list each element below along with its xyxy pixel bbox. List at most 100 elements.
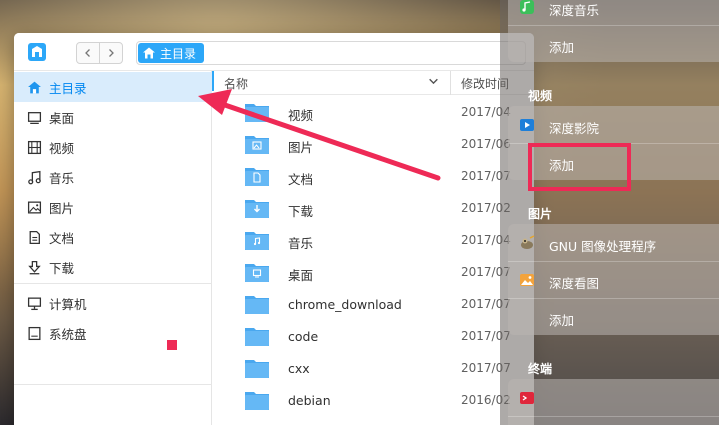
sidebar-divider [14,283,212,284]
deepin-music-icon [520,0,534,14]
sidebar-item-music[interactable]: 音乐 [14,162,212,192]
add-label: 添加 [549,40,575,55]
app-terminal[interactable] [508,380,719,416]
table-row[interactable]: code 2017/07 [212,321,534,353]
breadcrumb-home[interactable]: 主目录 [138,43,205,63]
table-row[interactable]: chrome_download 2017/07 [212,289,534,321]
sidebar-item-computer[interactable]: 计算机 [14,288,212,318]
folder-icon [245,136,269,154]
sidebar-divider [14,384,212,385]
app-label: 深度看图 [549,276,600,291]
add-music-app-button[interactable]: 添加 [508,26,719,62]
file-name: chrome_download [288,297,402,312]
computer-icon [27,297,41,310]
app-deepin-music[interactable]: 深度音乐 [508,0,719,25]
app-gimp[interactable]: GNU 图像处理程序 [508,225,719,261]
sidebar-item-label: 文档 [49,230,75,246]
annotation-marker [167,340,177,350]
home-icon [27,81,41,93]
back-button[interactable] [76,42,100,64]
desktop-icon [27,111,41,124]
file-name: 视频 [288,108,314,123]
picture-icon [27,201,41,213]
sidebar-item-label: 主目录 [49,80,87,96]
file-list: 名称 修改时间 视频 2017/04 图片 2017/06 文档 2017/07 下载 201… [212,71,534,425]
music-icon [27,170,41,184]
folder-icon [245,328,269,346]
file-name: 图片 [288,140,314,155]
sidebar-item-videos[interactable]: 视频 [14,132,212,162]
image-viewer-icon [520,274,534,286]
breadcrumb-label: 主目录 [160,46,197,61]
gimp-icon [521,235,535,249]
folder-icon [245,360,269,378]
folder-icon [245,200,269,218]
table-row[interactable]: debian 2016/02 [212,385,534,417]
sidebar-item-pictures[interactable]: 图片 [14,192,212,222]
sidebar-item-label: 图片 [49,200,75,216]
sidebar-item-downloads[interactable]: 下载 [14,252,212,282]
table-row[interactable]: 下载 2017/02 [212,193,534,225]
column-name-header[interactable]: 名称 [224,75,248,92]
forward-button[interactable] [99,42,123,64]
terminal-icon [520,392,534,404]
file-name: 音乐 [288,236,314,251]
list-accent-bar [212,71,214,91]
folder-icon [245,264,269,282]
sidebar-item-label: 音乐 [49,170,75,186]
folder-icon [245,232,269,250]
chevron-down-icon[interactable] [428,76,439,87]
add-label: 添加 [549,313,575,328]
file-name: cxx [288,361,310,376]
file-name: debian [288,393,331,408]
folder-icon [245,168,269,186]
chevron-left-icon [85,49,90,57]
column-separator[interactable] [450,71,451,95]
category-title-video: 视频 [528,89,553,103]
sidebar-item-documents[interactable]: 文档 [14,222,212,252]
file-name: 下载 [288,204,314,219]
table-row[interactable]: 桌面 2017/07 [212,257,534,289]
sidebar-item-system-disk[interactable]: 系统盘 [14,318,212,348]
folder-icon [245,104,269,122]
app-label: GNU 图像处理程序 [549,239,657,254]
file-name: 桌面 [288,268,314,283]
chevron-right-icon [109,49,114,57]
file-name: 文档 [288,172,314,187]
folder-icon [245,392,269,410]
table-row[interactable]: 文档 2017/07 [212,161,534,193]
app-label: 深度影院 [549,121,600,136]
sidebar: 主目录 桌面 视频 音乐 图片 文档 下载 计算机 系统盘 [14,71,212,425]
sidebar-item-label: 计算机 [49,296,87,312]
app-label: 深度音乐 [549,3,600,18]
category-title-picture: 图片 [528,207,553,221]
annotation-highlight-box [528,143,631,191]
file-manager-window: 主目录 主目录 桌面 视频 音乐 图片 文档 下载 计算机 系统盘 名称 修改时… [14,33,534,425]
deepin-movie-icon [520,119,534,131]
film-icon [27,140,41,154]
download-icon [27,260,41,274]
table-row[interactable]: 图片 2017/06 [212,129,534,161]
home-icon [143,47,155,59]
launcher-panel: 深度音乐 添加 视频 深度影院 添加 图片 GNU 图像处理程序 深度看图 添加… [500,0,719,425]
sidebar-item-label: 桌面 [49,110,75,126]
file-name: code [288,329,319,344]
app-deepin-image-viewer[interactable]: 深度看图 [508,262,719,298]
card-separator [508,416,719,417]
disk-icon [28,326,40,340]
sidebar-item-home[interactable]: 主目录 [14,72,212,102]
list-header: 名称 修改时间 [212,71,534,95]
sidebar-item-desktop[interactable]: 桌面 [14,102,212,132]
title-bar: 主目录 [14,33,534,71]
category-title-terminal: 终端 [528,362,553,376]
sidebar-item-label: 系统盘 [49,326,87,342]
add-picture-app-button[interactable]: 添加 [508,299,719,335]
file-manager-logo-icon[interactable] [26,41,48,63]
app-deepin-movie[interactable]: 深度影院 [508,107,719,143]
breadcrumb[interactable]: 主目录 [136,41,526,65]
table-row[interactable]: 音乐 2017/04 [212,225,534,257]
sidebar-item-label: 下载 [49,260,75,276]
document-icon [29,230,40,244]
table-row[interactable]: 视频 2017/04 [212,97,534,129]
table-row[interactable]: cxx 2017/07 [212,353,534,385]
